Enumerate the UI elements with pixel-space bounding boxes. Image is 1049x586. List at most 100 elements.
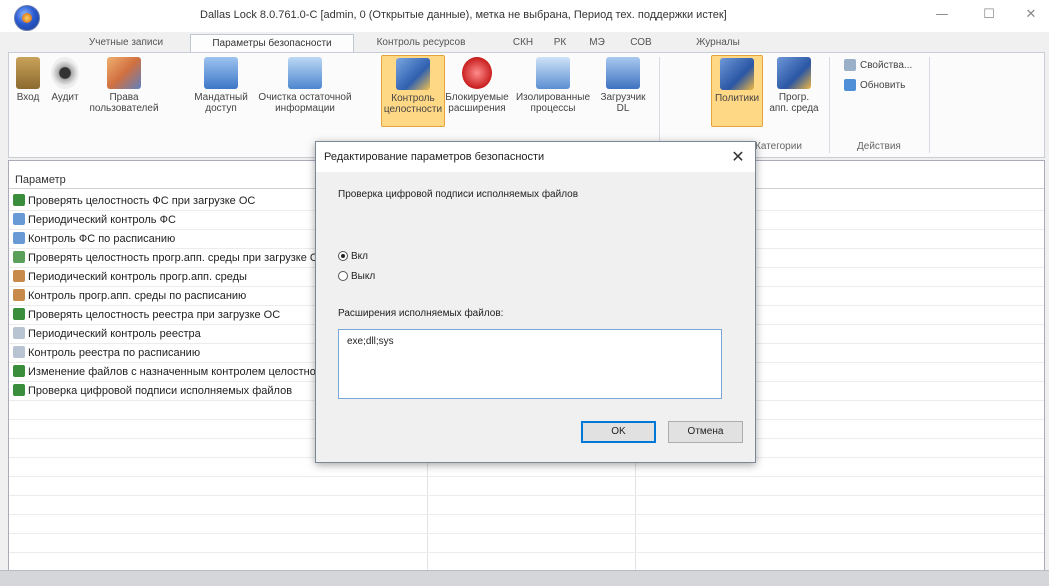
app-window: Dallas Lock 8.0.761.0-C [admin, 0 (Откры… <box>0 0 1049 586</box>
policies-label: Политики <box>714 93 760 104</box>
login-label: Вход <box>16 92 40 103</box>
table-row-empty <box>9 477 1044 496</box>
integrity-control-label-2: целостности <box>383 104 443 115</box>
dallas-lock-logo-icon[interactable] <box>14 5 40 31</box>
dl-loader-button[interactable]: Загрузчик DL <box>595 55 651 125</box>
table-row-empty <box>9 534 1044 553</box>
radio-on-label: Вкл <box>351 251 368 262</box>
refresh-button[interactable]: Обновить <box>844 78 905 94</box>
policies-button[interactable]: Политики <box>711 55 763 127</box>
refresh-label: Обновить <box>860 80 906 91</box>
properties-button[interactable]: Свойства... <box>844 58 912 74</box>
minimize-button[interactable]: — <box>925 4 959 26</box>
registry-periodic-icon <box>13 327 25 339</box>
users-icon <box>107 57 141 89</box>
isolated-processes-label: Изолированные <box>515 92 591 103</box>
row-label: Контроль ФС по расписанию <box>28 233 176 245</box>
dl-loader-label: Загрузчик <box>600 92 646 103</box>
residual-cleanup-label: Очистка остаточной <box>258 92 352 103</box>
block-icon <box>462 57 492 89</box>
row-label: Проверять целостность реестра при загруз… <box>28 309 281 321</box>
title-bar: Dallas Lock 8.0.761.0-C [admin, 0 (Откры… <box>0 0 1049 32</box>
table-row-empty <box>9 515 1044 534</box>
software-check-icon <box>13 251 25 263</box>
mandatory-access-button[interactable]: Мандатный доступ <box>193 55 249 125</box>
dl-loader-label-2: DL <box>616 103 630 114</box>
dialog-title-bar[interactable]: Редактирование параметров безопасности ✕ <box>316 142 755 172</box>
software-env-label: Прогр. <box>778 92 810 103</box>
check-icon <box>13 194 25 206</box>
row-label: Периодический контроль ФС <box>28 214 176 226</box>
software-env-icon <box>777 57 811 89</box>
integrity-icon <box>396 58 430 90</box>
ribbon-separator <box>929 57 930 153</box>
integrity-control-button[interactable]: Контроль целостности <box>381 55 445 127</box>
maximize-button[interactable]: ☐ <box>972 4 1006 26</box>
signature-check-icon <box>13 384 25 396</box>
ribbon-tabs: Учетные записи Параметры безопасности Ко… <box>0 32 1049 53</box>
row-label: Контроль реестра по расписанию <box>28 347 201 359</box>
extensions-label: Расширения исполняемых файлов: <box>338 308 504 319</box>
dialog-close-button[interactable]: ✕ <box>727 146 749 168</box>
extensions-field[interactable]: exe;dll;sys <box>338 329 722 399</box>
close-button[interactable]: ✕ <box>1014 4 1048 26</box>
blocked-extensions-button[interactable]: Блокируемые расширения <box>445 55 509 125</box>
audit-label: Аудит <box>51 92 79 103</box>
row-label: Проверять целостность ФС при загрузке ОС <box>28 195 256 207</box>
audit-button[interactable]: Аудит <box>47 55 83 125</box>
registry-check-icon <box>13 308 25 320</box>
tab-journals[interactable]: Журналы <box>692 34 744 52</box>
row-label: Периодический контроль прогр.апп. среды <box>28 271 247 283</box>
residual-cleanup-button[interactable]: Очистка остаточной информации <box>253 55 357 125</box>
radio-off[interactable]: Выкл <box>338 270 375 284</box>
user-rights-label-2: пользователей <box>89 103 159 114</box>
tab-skn[interactable]: СКН <box>508 34 538 52</box>
loader-icon <box>606 57 640 89</box>
software-env-button[interactable]: Прогр. апп. среда <box>767 55 821 125</box>
edit-security-params-dialog: Редактирование параметров безопасности ✕… <box>315 141 756 463</box>
mandatory-access-label-2: доступ <box>205 103 237 114</box>
radio-on[interactable]: Вкл <box>338 250 368 264</box>
clock-icon <box>13 213 25 225</box>
ok-button[interactable]: OK <box>581 421 656 443</box>
properties-label: Свойства... <box>860 60 913 71</box>
dialog-title: Редактирование параметров безопасности <box>324 151 545 163</box>
radio-off-indicator <box>338 271 348 281</box>
residual-cleanup-label-2: информации <box>275 103 335 114</box>
software-schedule-icon <box>13 289 25 301</box>
cancel-button[interactable]: Отмена <box>668 421 743 443</box>
eye-icon <box>51 57 79 89</box>
isolated-processes-label-2: процессы <box>530 103 576 114</box>
status-bar <box>0 570 1049 586</box>
group-label-categories: Категории <box>755 141 802 152</box>
properties-icon <box>844 59 856 72</box>
table-row-empty <box>9 496 1044 515</box>
parameter-name: Проверка цифровой подписи исполняемых фа… <box>338 189 579 200</box>
mandatory-access-label: Мандатный <box>194 92 248 103</box>
radio-on-indicator <box>338 251 348 261</box>
row-label: Проверять целостность прогр.апп. среды п… <box>28 252 327 264</box>
tab-sov[interactable]: СОВ <box>625 34 657 52</box>
radio-off-label: Выкл <box>351 271 376 282</box>
tab-rk[interactable]: РК <box>548 34 572 52</box>
tab-accounts[interactable]: Учетные записи <box>76 34 176 52</box>
user-rights-label: Права <box>109 92 139 103</box>
tab-security-params[interactable]: Параметры безопасности <box>190 34 354 53</box>
blocked-extensions-label: Блокируемые <box>445 92 509 103</box>
ribbon-separator <box>829 57 830 153</box>
schedule-icon <box>13 232 25 244</box>
row-label: Проверка цифровой подписи исполняемых фа… <box>28 385 293 397</box>
ribbon-separator <box>659 57 660 153</box>
row-label: Контроль прогр.апп. среды по расписанию <box>28 290 247 302</box>
policies-icon <box>720 58 754 90</box>
row-label: Периодический контроль реестра <box>28 328 201 340</box>
user-rights-button[interactable]: Права пользователей <box>87 55 161 125</box>
group-label-actions: Действия <box>857 141 901 152</box>
tab-resource-control[interactable]: Контроль ресурсов <box>366 34 476 52</box>
refresh-icon <box>844 79 856 92</box>
isolated-processes-button[interactable]: Изолированные процессы <box>513 55 593 125</box>
login-button[interactable]: Вход <box>13 55 43 125</box>
software-periodic-icon <box>13 270 25 282</box>
blocked-extensions-label-2: расширения <box>448 103 506 114</box>
tab-me[interactable]: МЭ <box>584 34 610 52</box>
